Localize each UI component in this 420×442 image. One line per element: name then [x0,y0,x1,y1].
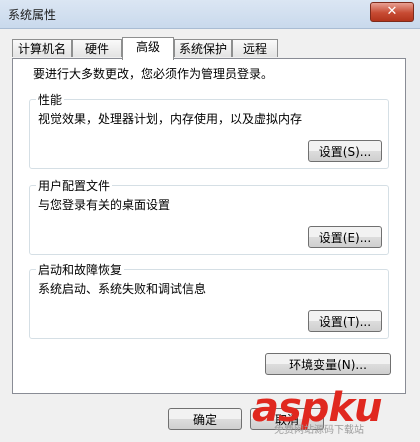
startup-recovery-title: 启动和故障恢复 [36,261,125,278]
close-button[interactable]: ✕ [370,2,414,22]
window-title: 系统属性 [8,8,57,22]
title-bar: 系统属性 ✕ [0,0,420,29]
close-icon: ✕ [386,4,398,19]
ok-button[interactable]: 确定 [168,408,242,430]
performance-settings-button[interactable]: 设置(S)... [308,140,382,162]
tab-hardware[interactable]: 硬件 [72,39,122,57]
user-profiles-settings-button[interactable]: 设置(E)... [308,226,382,248]
performance-description: 视觉效果，处理器计划，内存使用，以及虚拟内存 [38,112,303,126]
user-profiles-title: 用户配置文件 [36,177,113,194]
user-profiles-group: 用户配置文件 与您登录有关的桌面设置 设置(E)... [29,177,389,255]
tab-advanced[interactable]: 高级 [122,37,174,60]
site-watermark: aspku 免费网站源码下载站 [252,385,412,437]
startup-recovery-settings-button[interactable]: 设置(T)... [308,310,382,332]
environment-variables-button[interactable]: 环境变量(N)... [265,353,391,375]
tab-system-protection[interactable]: 系统保护 [174,39,232,57]
performance-title: 性能 [36,91,65,108]
startup-recovery-group: 启动和故障恢复 系统启动、系统失败和调试信息 设置(T)... [29,261,389,339]
watermark-subtitle: 免费网站源码下载站 [274,425,364,436]
admin-notice: 要进行大多数更改，您必须作为管理员登录。 [33,67,274,81]
tab-remote[interactable]: 远程 [232,39,278,57]
performance-group: 性能 视觉效果，处理器计划，内存使用，以及虚拟内存 设置(S)... [29,91,389,169]
tab-computer-name[interactable]: 计算机名 [12,39,72,57]
user-profiles-description: 与您登录有关的桌面设置 [38,198,171,212]
advanced-panel: 要进行大多数更改，您必须作为管理员登录。 性能 视觉效果，处理器计划，内存使用，… [12,58,406,394]
startup-recovery-description: 系统启动、系统失败和调试信息 [38,282,207,296]
